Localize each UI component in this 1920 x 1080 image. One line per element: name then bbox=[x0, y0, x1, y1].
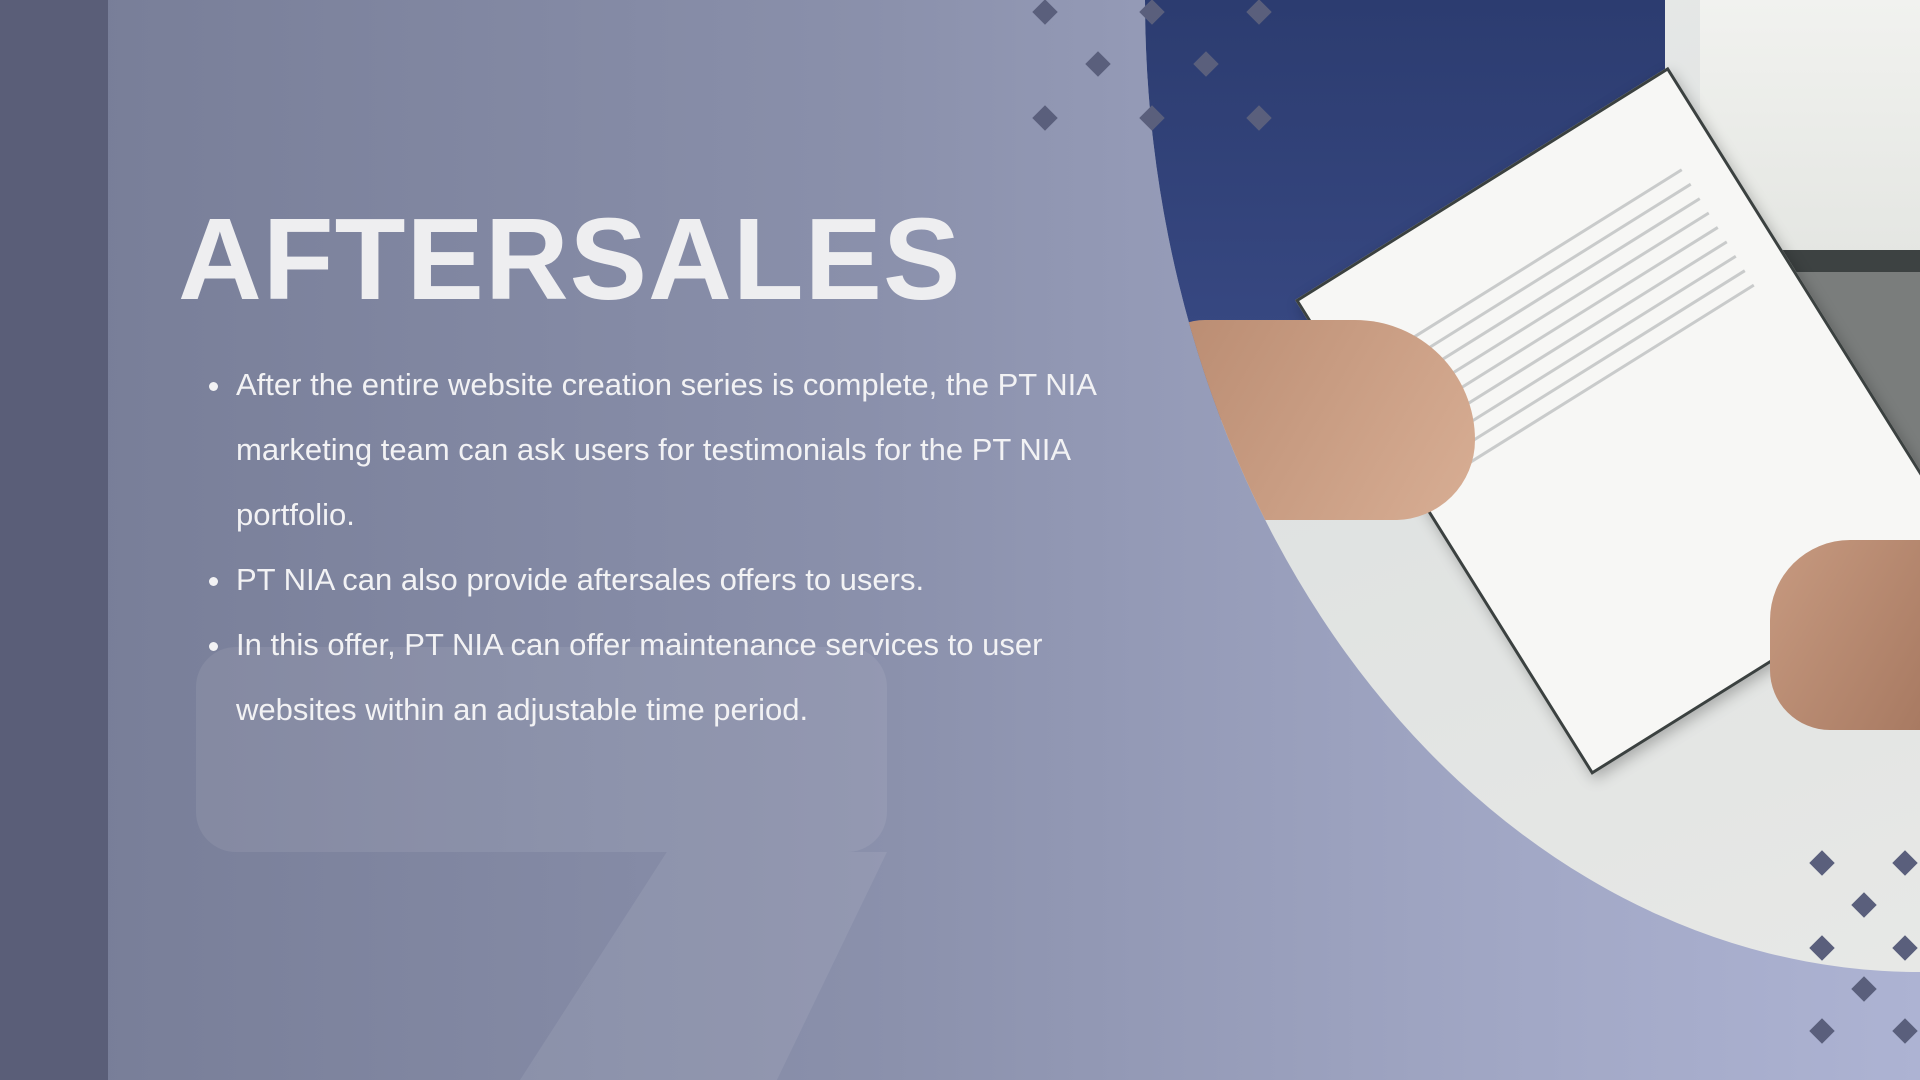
diamond-decoration bbox=[1032, 0, 1058, 25]
bullet-item: After the entire website creation series… bbox=[209, 352, 1096, 547]
diamond-decoration bbox=[1085, 51, 1111, 77]
calculator bbox=[1150, 616, 1350, 784]
bullet-list: After the entire website creation series… bbox=[209, 352, 1096, 742]
slide-title: AFTERSALES bbox=[178, 194, 962, 324]
quote-mark-tail-decoration bbox=[520, 852, 887, 1080]
diamond-decoration bbox=[1892, 1018, 1918, 1044]
signing-hand bbox=[1770, 540, 1920, 730]
diamond-decoration bbox=[1851, 976, 1877, 1002]
hand-with-pen bbox=[1145, 320, 1475, 520]
diamond-decoration bbox=[1809, 1018, 1835, 1044]
house-keys bbox=[1365, 820, 1465, 920]
bullet-item: In this offer, PT NIA can offer maintena… bbox=[209, 612, 1096, 742]
bullet-item: PT NIA can also provide aftersales offer… bbox=[209, 547, 1096, 612]
diamond-decoration bbox=[1032, 105, 1058, 131]
contract-signing-photo bbox=[1145, 0, 1920, 972]
left-accent-strip bbox=[0, 0, 108, 1080]
